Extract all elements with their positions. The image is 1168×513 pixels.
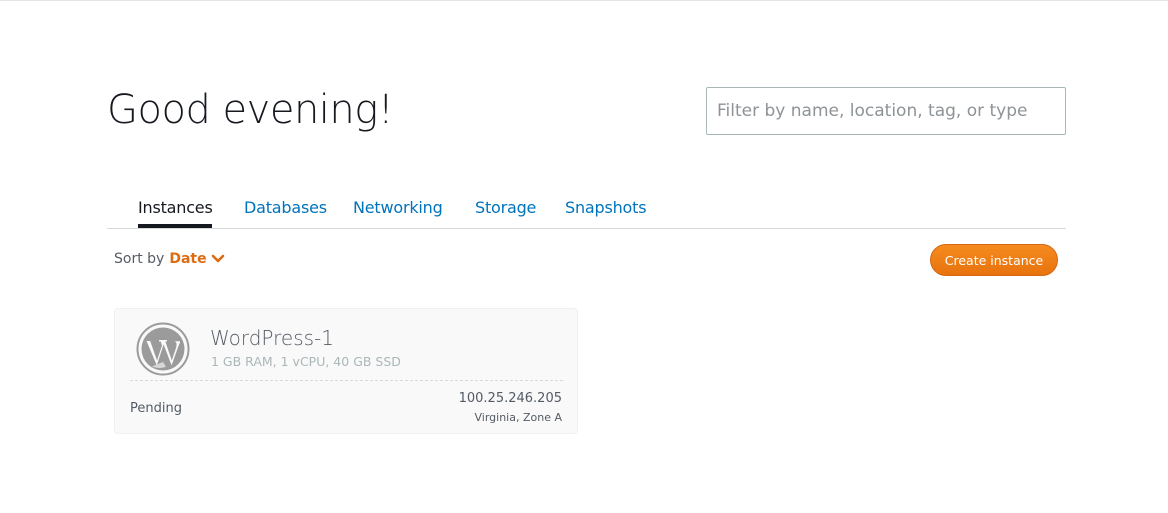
resource-tabs: Instances Databases Networking Storage S…	[107, 190, 1066, 229]
sort-label: Sort by	[114, 251, 165, 267]
instance-ip-address: 100.25.246.205	[458, 391, 562, 406]
page-greeting: Good evening!	[107, 87, 394, 133]
sort-value: Date	[169, 251, 207, 267]
wordpress-icon	[136, 322, 190, 376]
instance-status: Pending	[130, 401, 182, 416]
chevron-down-icon	[211, 254, 224, 263]
active-tab-indicator	[138, 224, 212, 228]
tab-snapshots[interactable]: Snapshots	[565, 198, 647, 217]
sort-control: Sort by Date	[114, 251, 225, 267]
instance-region: Virginia, Zone A	[474, 411, 563, 424]
tab-storage[interactable]: Storage	[475, 198, 536, 217]
sort-dropdown[interactable]: Date	[169, 251, 224, 267]
instance-name[interactable]: WordPress-1	[210, 326, 334, 350]
card-divider	[130, 380, 563, 381]
instance-specs: 1 GB RAM, 1 vCPU, 40 GB SSD	[211, 354, 401, 369]
top-divider	[0, 0, 1168, 1]
tab-networking[interactable]: Networking	[353, 198, 443, 217]
create-instance-button[interactable]: Create instance	[930, 244, 1058, 276]
tab-databases[interactable]: Databases	[244, 198, 327, 217]
tab-instances[interactable]: Instances	[138, 198, 213, 217]
instance-card[interactable]: WordPress-1 1 GB RAM, 1 vCPU, 40 GB SSD …	[114, 308, 578, 434]
filter-input[interactable]	[706, 87, 1066, 135]
